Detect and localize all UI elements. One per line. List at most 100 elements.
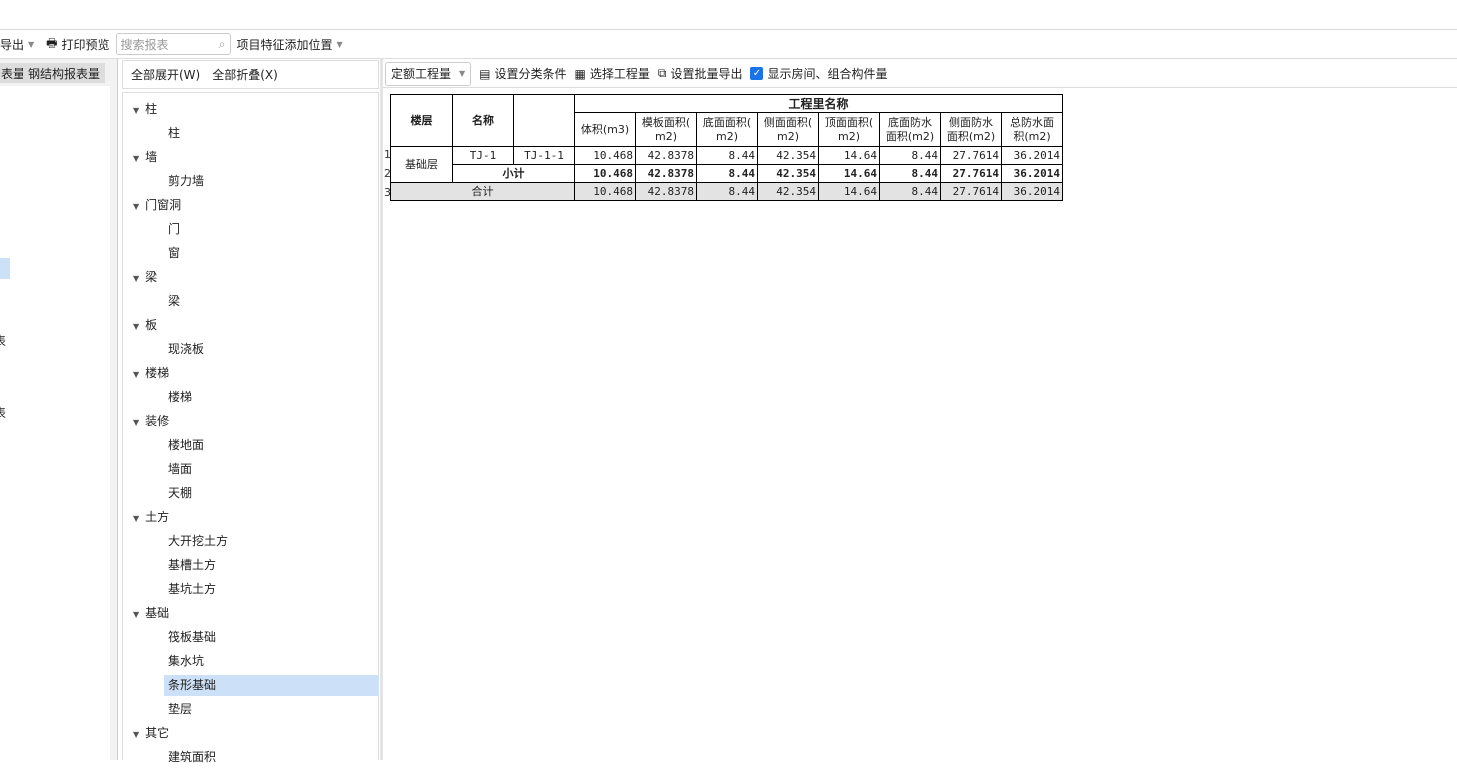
print-preview-label: 打印预览 <box>61 37 110 52</box>
subtotal-cell: 10.468 <box>574 164 636 183</box>
tree-group-label: 墙 <box>145 150 158 164</box>
tree-group[interactable]: ▼ 梁 <box>133 267 157 288</box>
name-cell: TJ-1 <box>452 146 514 165</box>
total-cell: 14.64 <box>818 182 880 201</box>
row1-cell: 36.2014 <box>1001 146 1063 165</box>
tree-group[interactable]: ▼ 板 <box>133 315 157 336</box>
report-item[interactable]: 表 <box>0 332 6 349</box>
caret-down-icon: ▼ <box>336 39 343 49</box>
collapse-all-button[interactable]: 全部折叠(X) <box>212 66 278 83</box>
tree-item[interactable]: 条形基础 <box>164 675 379 696</box>
checkbox-checked-icon: ✓ <box>750 67 764 80</box>
subtotal-cell: 42.8378 <box>635 164 697 183</box>
row1-cell: 10.468 <box>574 146 636 165</box>
caret-down-icon: ▼ <box>133 418 140 427</box>
component-tree: ▼ 柱柱 ▼ 墙剪力墙 ▼ 门窗洞门窗 ▼ 梁梁 ▼ 板现浇板 ▼ 楼梯 楼梯 ▼ 装修 楼地面 墙面 天棚 ▼ 土方… <box>122 92 379 764</box>
print-preview-icon: 🖶 <box>46 35 58 50</box>
subtotal-cell: 8.44 <box>879 164 941 183</box>
tree-item[interactable]: 楼梯 <box>164 387 192 408</box>
report-item[interactable]: 表 <box>0 404 6 421</box>
tree-item[interactable]: 筏板基础 <box>164 627 216 648</box>
tree-item[interactable]: 门 <box>164 219 180 240</box>
set-category-button[interactable]: ▤ 设置分类条件 <box>479 65 566 82</box>
select-quantity-button[interactable]: ▦ 选择工程量 <box>575 65 650 82</box>
tree-item[interactable]: 柱 <box>164 123 180 144</box>
feature-position-label: 项目特征添加位置 <box>236 37 333 52</box>
batch-export-button[interactable]: ⧉ 设置批量导出 <box>658 65 743 82</box>
caret-down-icon: ▼ <box>133 154 140 163</box>
selected-report-item[interactable] <box>0 258 10 279</box>
tree-item[interactable]: 集水坑 <box>164 651 204 672</box>
print-preview-button[interactable]: 🖶 打印预览 <box>46 34 109 55</box>
tree-item[interactable]: 基槽土方 <box>164 555 216 576</box>
quantity-type-select[interactable]: 定额工程量 ▼ <box>385 61 472 86</box>
search-input[interactable]: 搜索报表 ⌕ <box>115 33 231 55</box>
tree-item[interactable]: 墙面 <box>164 459 192 480</box>
tree-group-label: 装修 <box>145 414 170 428</box>
tree-group[interactable]: ▼ 其它 <box>133 723 169 744</box>
caret-down-icon: ▼ <box>133 514 140 523</box>
column-header: 总防水面 积(m2) <box>1001 112 1063 147</box>
tree-group[interactable]: ▼ 柱 <box>133 99 157 120</box>
title-bar <box>0 0 1457 30</box>
expand-all-button[interactable]: 全部展开(W) <box>131 66 200 83</box>
header-floor: 楼层 <box>390 94 453 147</box>
left-panel: 表量 钢结构报表量 表 表 <box>0 59 118 760</box>
tree-group[interactable]: ▼ 墙 <box>133 147 157 168</box>
tree-group-label: 土方 <box>145 510 170 524</box>
toolbar: 导出 ▼ 🖶 打印预览 搜索报表 ⌕ 项目特征添加位置 ▼ <box>0 30 1457 59</box>
total-cell: 27.7614 <box>940 182 1002 201</box>
show-rooms-checkbox[interactable]: ✓ 显示房间、组合构件量 <box>750 65 888 82</box>
batch-export-label: 设置批量导出 <box>670 67 743 81</box>
feature-position-dropdown[interactable]: 项目特征添加位置 ▼ <box>237 36 343 53</box>
subtotal-cell: 8.44 <box>696 164 758 183</box>
tree-item[interactable]: 窗 <box>164 243 180 264</box>
splitter[interactable] <box>380 59 383 760</box>
tree-group-label: 板 <box>145 318 158 332</box>
caret-down-icon: ▼ <box>133 730 140 739</box>
tree-item[interactable]: 天棚 <box>164 483 192 504</box>
export-button[interactable]: 导出 ▼ <box>0 36 34 53</box>
row1-cell: 8.44 <box>696 146 758 165</box>
caret-down-icon: ▼ <box>133 370 140 379</box>
subtotal-label: 小计 <box>452 164 575 183</box>
column-header: 顶面面积(m2) <box>818 112 880 147</box>
tree-item[interactable]: 基坑土方 <box>164 579 216 600</box>
select-quantity-label: 选择工程量 <box>589 67 650 81</box>
total-cell: 42.8378 <box>635 182 697 201</box>
tree-item[interactable]: 现浇板 <box>164 339 204 360</box>
subtotal-cell: 42.354 <box>757 164 819 183</box>
tree-group-label: 其它 <box>145 726 170 740</box>
tree-group[interactable]: ▼ 门窗洞 <box>133 195 181 216</box>
row1-cell: 27.7614 <box>940 146 1002 165</box>
tab-steel-report[interactable]: 钢结构报表量 <box>23 63 106 83</box>
sub-name-cell: TJ-1-1 <box>513 146 575 165</box>
tree-item[interactable]: 大开挖土方 <box>164 531 228 552</box>
search-icon: ⌕ <box>218 36 226 51</box>
tree-item[interactable]: 垫层 <box>164 699 192 720</box>
tree-group[interactable]: ▼ 基础 <box>133 603 169 624</box>
tree-group-label: 楼梯 <box>145 366 170 380</box>
caret-down-icon: ▼ <box>133 202 140 211</box>
report-toolbar: 定额工程量 ▼ ▤ 设置分类条件 ▦ 选择工程量 ⧉ 设置批量导出 ✓ 显示房间、组合构件… <box>383 60 1457 88</box>
tree-item[interactable]: 剪力墙 <box>164 171 204 192</box>
quantity-type-value: 定额工程量 <box>391 67 452 81</box>
tree-group-label: 梁 <box>145 270 158 284</box>
floor-cell: 基础层 <box>390 146 453 183</box>
tree-group[interactable]: ▼ 土方 <box>133 507 169 528</box>
header-blank <box>513 94 575 147</box>
column-header: 体积(m3) <box>574 112 636 147</box>
tree-item[interactable]: 建筑面积 <box>164 747 216 768</box>
tree-group-label: 柱 <box>145 102 158 116</box>
header-name: 名称 <box>452 94 514 147</box>
tree-group[interactable]: ▼ 楼梯 <box>133 363 169 384</box>
show-rooms-label: 显示房间、组合构件量 <box>767 67 888 81</box>
row1-cell: 14.64 <box>818 146 880 165</box>
tree-group-label: 门窗洞 <box>145 198 182 212</box>
tree-item[interactable]: 梁 <box>164 291 180 312</box>
tree-group[interactable]: ▼ 装修 <box>133 411 169 432</box>
tree-item[interactable]: 楼地面 <box>164 435 204 456</box>
column-header: 侧面防水 面积(m2) <box>940 112 1002 147</box>
column-header: 底面面积(m2) <box>696 112 758 147</box>
set-category-label: 设置分类条件 <box>494 67 567 81</box>
